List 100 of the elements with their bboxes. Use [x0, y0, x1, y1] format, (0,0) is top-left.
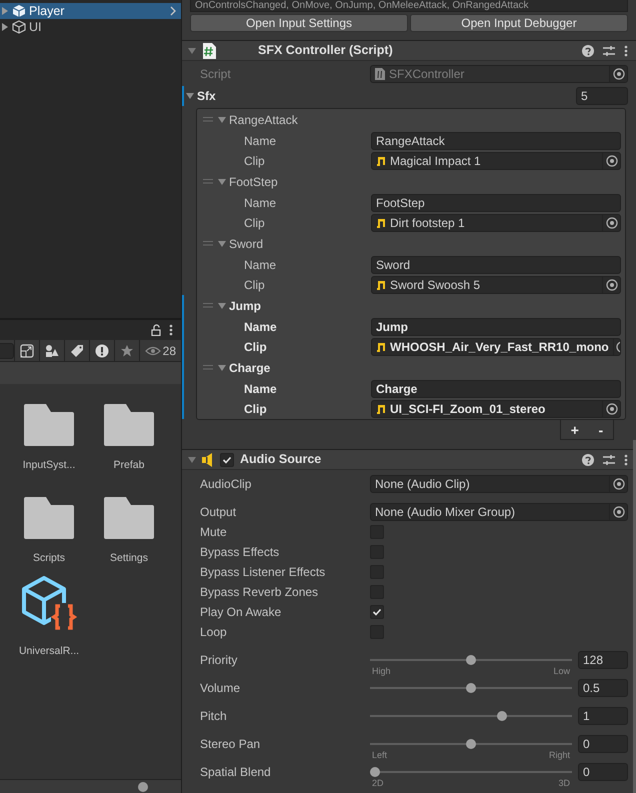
clip-field[interactable]: Dirt footstep 1: [371, 214, 621, 232]
remove-button[interactable]: -: [594, 422, 608, 438]
field-label: Clip: [243, 277, 266, 294]
drag-handle-icon[interactable]: [203, 365, 213, 370]
component-header[interactable]: Audio Source: [182, 449, 636, 470]
object-picker-icon[interactable]: [606, 155, 618, 167]
foldout-icon[interactable]: [218, 116, 226, 124]
drag-handle-icon[interactable]: [203, 117, 213, 122]
text-field[interactable]: Sword: [371, 256, 621, 274]
field-label: Clip: [243, 339, 268, 356]
clip-field[interactable]: WHOOSH_Air_Very_Fast_RR10_mono: [371, 338, 621, 356]
element-foldout[interactable]: RangeAttack: [218, 110, 298, 128]
window-icon[interactable]: [20, 344, 34, 358]
foldout-icon[interactable]: [188, 456, 196, 464]
field-label: Spatial Blend: [200, 764, 272, 781]
menu-icon[interactable]: [624, 44, 628, 56]
lock-icon[interactable]: [151, 324, 161, 336]
asset-label[interactable]: Prefab: [114, 458, 144, 474]
object-field[interactable]: None (Audio Mixer Group): [370, 503, 628, 521]
shapes-icon[interactable]: [44, 344, 59, 358]
object-picker-icon[interactable]: [606, 279, 618, 291]
list-foldout[interactable]: Sfx: [186, 87, 370, 105]
music-note-icon: [376, 155, 386, 167]
foldout-icon[interactable]: [218, 240, 226, 248]
asset-label[interactable]: Scripts: [32, 551, 66, 567]
field-label: Clip: [243, 215, 266, 232]
text-field[interactable]: FootStep: [371, 194, 621, 212]
music-note-icon: [376, 341, 386, 353]
add-button[interactable]: +: [566, 422, 583, 438]
warning-icon[interactable]: [94, 344, 109, 358]
help-icon[interactable]: [582, 454, 594, 466]
foldout-icon[interactable]: [218, 364, 226, 372]
scrollbar[interactable]: [633, 440, 636, 793]
asset-label[interactable]: UniversalR...: [18, 644, 80, 660]
cube-asset-icon[interactable]: [20, 576, 78, 632]
slider-thumb[interactable]: [138, 782, 148, 792]
drag-handle-icon[interactable]: [203, 179, 213, 184]
hierarchy-item[interactable]: UI: [0, 19, 181, 35]
slider-min-label: Left: [372, 750, 388, 760]
slider-thumb[interactable]: [496, 711, 507, 721]
slider-thumb[interactable]: [370, 767, 380, 777]
drag-handle-icon[interactable]: [203, 303, 213, 308]
folder-icon[interactable]: [24, 404, 74, 446]
text-field[interactable]: Charge: [371, 380, 621, 398]
object-picker-icon[interactable]: [606, 403, 618, 415]
field-label: Priority: [200, 652, 238, 669]
object-field[interactable]: None (Audio Clip): [370, 475, 628, 493]
menu-icon[interactable]: [169, 324, 173, 336]
hierarchy-item[interactable]: Player: [0, 3, 181, 19]
element-foldout[interactable]: Sword: [218, 234, 264, 252]
foldout-icon[interactable]: [188, 46, 196, 54]
music-note-icon: [376, 279, 386, 291]
slider-thumb[interactable]: [466, 683, 476, 693]
size-field[interactable]: 5: [576, 87, 628, 105]
value-field[interactable]: 0.5: [578, 679, 628, 697]
folder-icon[interactable]: [104, 497, 154, 539]
drag-handle-icon[interactable]: [203, 241, 213, 246]
clip-field[interactable]: UI_SCI-FI_Zoom_01_stereo: [371, 400, 621, 418]
element-foldout[interactable]: Jump: [218, 296, 262, 314]
chevron-icon[interactable]: [169, 6, 177, 16]
object-picker-icon[interactable]: [606, 217, 618, 229]
clip-field[interactable]: Sword Swoosh 5: [371, 276, 621, 294]
preset-icon[interactable]: [603, 454, 615, 466]
asset-label[interactable]: Settings: [110, 551, 148, 567]
enable-checkbox[interactable]: [220, 452, 234, 466]
field-label: Name: [243, 256, 278, 274]
component-header[interactable]: SFX Controller (Script): [182, 40, 636, 61]
clip-field[interactable]: Magical Impact 1: [371, 152, 621, 170]
asset-label[interactable]: InputSyst...: [22, 458, 76, 474]
text-field[interactable]: Jump: [371, 318, 621, 336]
check-icon: [222, 454, 232, 464]
text-field[interactable]: RangeAttack: [371, 132, 621, 150]
component-title: SFX Controller (Script): [258, 42, 393, 60]
field-label: AudioClip: [200, 476, 252, 493]
tag-icon[interactable]: [70, 344, 84, 358]
star-icon[interactable]: [120, 344, 134, 358]
folder-icon[interactable]: [104, 404, 154, 446]
inspector-button[interactable]: Open Input Settings: [190, 14, 408, 32]
foldout-icon[interactable]: [218, 178, 226, 186]
element-foldout[interactable]: FootStep: [218, 172, 278, 190]
field-label: Stereo Pan: [200, 736, 262, 753]
inspector-button[interactable]: Open Input Debugger: [410, 14, 628, 32]
checkbox[interactable]: [370, 605, 384, 619]
slider-max-label: Low: [553, 666, 570, 676]
value-field[interactable]: 1: [578, 707, 628, 725]
object-picker-icon[interactable]: [612, 478, 624, 490]
foldout-icon[interactable]: [186, 92, 194, 100]
foldout-icon[interactable]: [218, 302, 226, 310]
value-field[interactable]: 0: [578, 735, 628, 753]
help-icon[interactable]: [582, 44, 594, 56]
value-field[interactable]: 128: [578, 651, 628, 669]
check-icon: [372, 607, 382, 617]
preset-icon[interactable]: [603, 44, 615, 56]
element-foldout[interactable]: Charge: [218, 358, 270, 376]
slider-thumb[interactable]: [466, 739, 476, 749]
object-picker-icon[interactable]: [612, 506, 624, 518]
folder-icon[interactable]: [24, 497, 74, 539]
menu-icon[interactable]: [624, 454, 628, 466]
slider-thumb[interactable]: [466, 655, 476, 665]
value-field[interactable]: 0: [578, 763, 628, 781]
